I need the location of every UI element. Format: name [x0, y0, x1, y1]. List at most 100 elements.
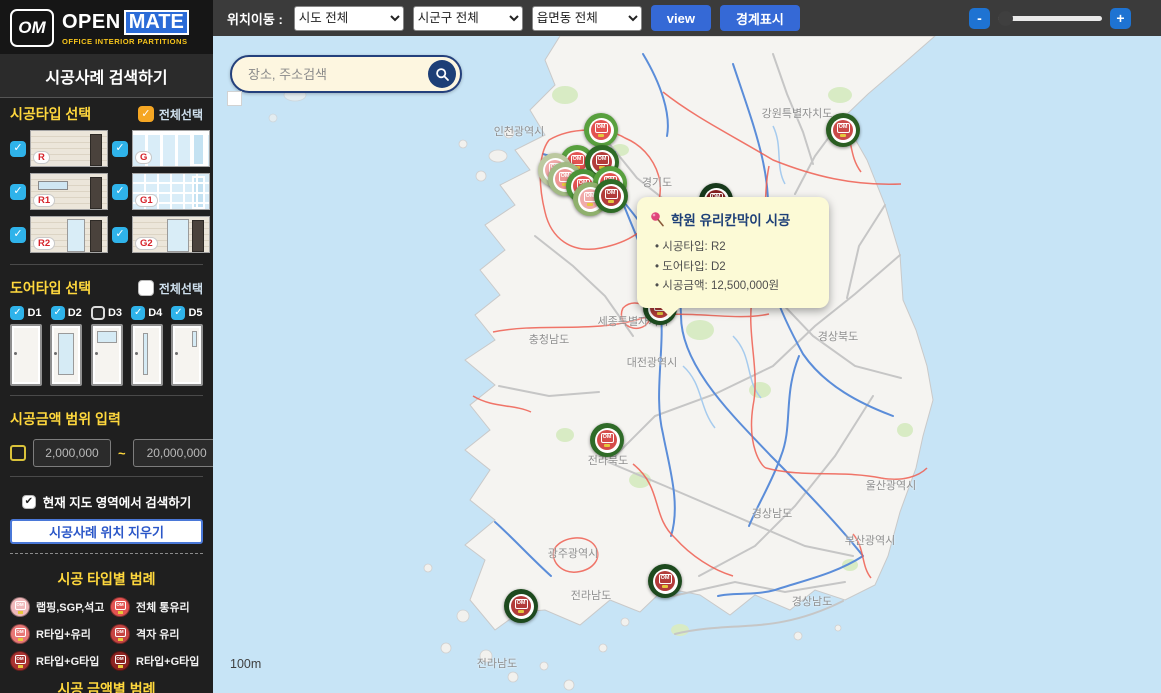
price-range-label: 시공금액 범위 입력	[10, 409, 121, 429]
page-title: 시공사례 검색하기	[0, 54, 213, 98]
type-legend-label: 랩핑,SGP,석고	[36, 599, 104, 615]
type-tag-G2: G2	[135, 237, 158, 250]
door-thumbnail-D2	[50, 324, 82, 386]
map-label: 충청남도	[529, 331, 569, 347]
map-label: 경기도	[642, 174, 672, 190]
map-label: 울산광역시	[866, 477, 917, 493]
door-type-item-D4[interactable]: ✓D4	[131, 306, 163, 386]
door-type-label: 도어타입 선택	[10, 278, 91, 298]
clear-locations-button[interactable]: 시공사례 위치 지우기	[10, 519, 203, 544]
case-marker-icon: OM	[110, 624, 130, 644]
case-marker[interactable]: OM	[594, 179, 628, 213]
tooltip-detail: 시공타입: R2	[655, 238, 817, 258]
construction-select-all-checkbox[interactable]: ✓	[138, 106, 154, 122]
checkbox-G2[interactable]: ✓	[112, 227, 128, 243]
construction-type-grid: ✓R✓G✓R1✓G1✓R2✓G2	[0, 128, 213, 257]
door-type-item-D1[interactable]: ✓D1	[10, 306, 42, 386]
checkbox-D2[interactable]: ✓	[51, 306, 65, 320]
type-tag-R: R	[33, 151, 50, 164]
search-button[interactable]	[428, 60, 456, 88]
case-marker[interactable]: OM	[504, 589, 538, 623]
checkbox-G1[interactable]: ✓	[112, 184, 128, 200]
case-marker[interactable]: OM	[648, 564, 682, 598]
construction-type-item-R[interactable]: ✓R	[10, 130, 108, 167]
brand-logo: OM OPEN MATE OFFICE INTERIOR PARTITIONS	[0, 0, 213, 54]
zoom-out-button[interactable]: -	[969, 8, 990, 29]
checkbox-R2[interactable]: ✓	[10, 227, 26, 243]
zoom-slider[interactable]	[998, 16, 1102, 21]
door-select-all-checkbox[interactable]	[138, 280, 154, 296]
case-marker-icon: OM	[110, 597, 130, 617]
type-legend-label: 전체 통유리	[136, 599, 190, 615]
zoom-in-button[interactable]: +	[1110, 8, 1131, 29]
case-marker-icon: OM	[110, 651, 130, 671]
door-type-item-D3[interactable]: D3	[91, 306, 123, 386]
case-marker[interactable]: OM	[590, 423, 624, 457]
type-legend-label: R타입+G타입	[36, 653, 99, 669]
case-marker-icon: OM	[10, 651, 30, 671]
construction-type-item-G2[interactable]: ✓ G2	[112, 216, 210, 253]
pushpin-icon	[649, 211, 665, 227]
brand-tagline: OFFICE INTERIOR PARTITIONS	[62, 37, 189, 46]
construction-type-item-R1[interactable]: ✓R1	[10, 173, 108, 210]
thumbnail-R: R	[30, 130, 108, 167]
sigungu-select[interactable]: 시군구 전체	[413, 6, 523, 31]
construction-type-item-G1[interactable]: ✓G1	[112, 173, 210, 210]
sidebar: OM OPEN MATE OFFICE INTERIOR PARTITIONS …	[0, 0, 213, 693]
map-label: 강원특별자치도	[762, 105, 833, 121]
map-label: 대전광역시	[627, 354, 678, 370]
thumbnail-R2: R2	[30, 216, 108, 253]
sido-select[interactable]: 시도 전체	[294, 6, 404, 31]
map-label: 광주광역시	[548, 545, 599, 561]
eupmyeondong-select[interactable]: 읍면동 전체	[532, 6, 642, 31]
type-legend-grid: OM랩핑,SGP,석고OM전체 통유리OMR타입+유리OM격자 유리OMR타입+…	[0, 593, 213, 673]
map-label: 경상북도	[818, 328, 858, 344]
door-thumbnail-D5	[171, 324, 203, 386]
construction-type-item-G[interactable]: ✓G	[112, 130, 210, 167]
brand-name-mate: MATE	[124, 10, 189, 35]
map-label: 부산광역시	[845, 532, 896, 548]
type-tag-G: G	[135, 151, 152, 164]
location-move-label: 위치이동 :	[227, 9, 283, 28]
search-input[interactable]	[246, 66, 428, 83]
checkbox-R[interactable]: ✓	[10, 141, 26, 157]
boundary-toggle-button[interactable]: 경계표시	[720, 5, 800, 31]
thumbnail-G2: G2	[132, 216, 210, 253]
door-type-grid: ✓D1✓D2 D3✓D4✓D5	[0, 302, 213, 388]
search-in-view-toggle[interactable]: ✔ 현재 지도 영역에서 검색하기	[0, 484, 213, 517]
door-select-all[interactable]: 전체선택	[138, 280, 203, 297]
door-type-item-D5[interactable]: ✓D5	[171, 306, 203, 386]
map-label: 전라남도	[571, 587, 611, 603]
search-icon	[435, 67, 450, 82]
price-min-input[interactable]	[33, 439, 111, 467]
checkbox-D3[interactable]	[91, 306, 105, 320]
checkbox-G[interactable]: ✓	[112, 141, 128, 157]
type-legend-label: R타입+G타입	[136, 653, 199, 669]
tooltip-detail: 도어타입: D2	[655, 258, 817, 278]
construction-type-item-R2[interactable]: ✓R2	[10, 216, 108, 253]
checkbox-D5[interactable]: ✓	[171, 306, 185, 320]
door-thumbnail-D1	[10, 324, 42, 386]
door-type-item-D2[interactable]: ✓D2	[50, 306, 82, 386]
case-marker[interactable]: OM	[584, 113, 618, 147]
case-marker[interactable]: OM	[826, 113, 860, 147]
type-legend-label: R타입+유리	[36, 626, 91, 642]
door-thumbnail-D4	[131, 324, 163, 386]
search-in-view-checkbox[interactable]: ✔	[22, 495, 36, 509]
map-canvas[interactable]: 인천광역시강원특별자치도경기도충청남도세종특별자치시대전광역시경상북도전라북도울…	[213, 36, 1161, 693]
view-button[interactable]: view	[651, 5, 711, 31]
type-legend-item: OMR타입+유리	[10, 624, 110, 644]
checkbox-R1[interactable]: ✓	[10, 184, 26, 200]
checkbox-D4[interactable]: ✓	[131, 306, 145, 320]
zoom-slider-handle[interactable]	[998, 11, 1013, 26]
price-filter-checkbox[interactable]	[10, 445, 26, 461]
price-max-input[interactable]	[133, 439, 213, 467]
map-checkbox[interactable]	[227, 91, 242, 106]
type-legend-label: 격자 유리	[136, 626, 180, 642]
construction-select-all[interactable]: ✓ 전체선택	[138, 106, 203, 123]
checkbox-D1[interactable]: ✓	[10, 306, 24, 320]
case-marker-icon: OM	[10, 597, 30, 617]
price-separator: ~	[118, 446, 126, 461]
tooltip-details: 시공타입: R2도어타입: D2시공금액: 12,500,000원	[655, 238, 817, 297]
thumbnail-G: G	[132, 130, 210, 167]
